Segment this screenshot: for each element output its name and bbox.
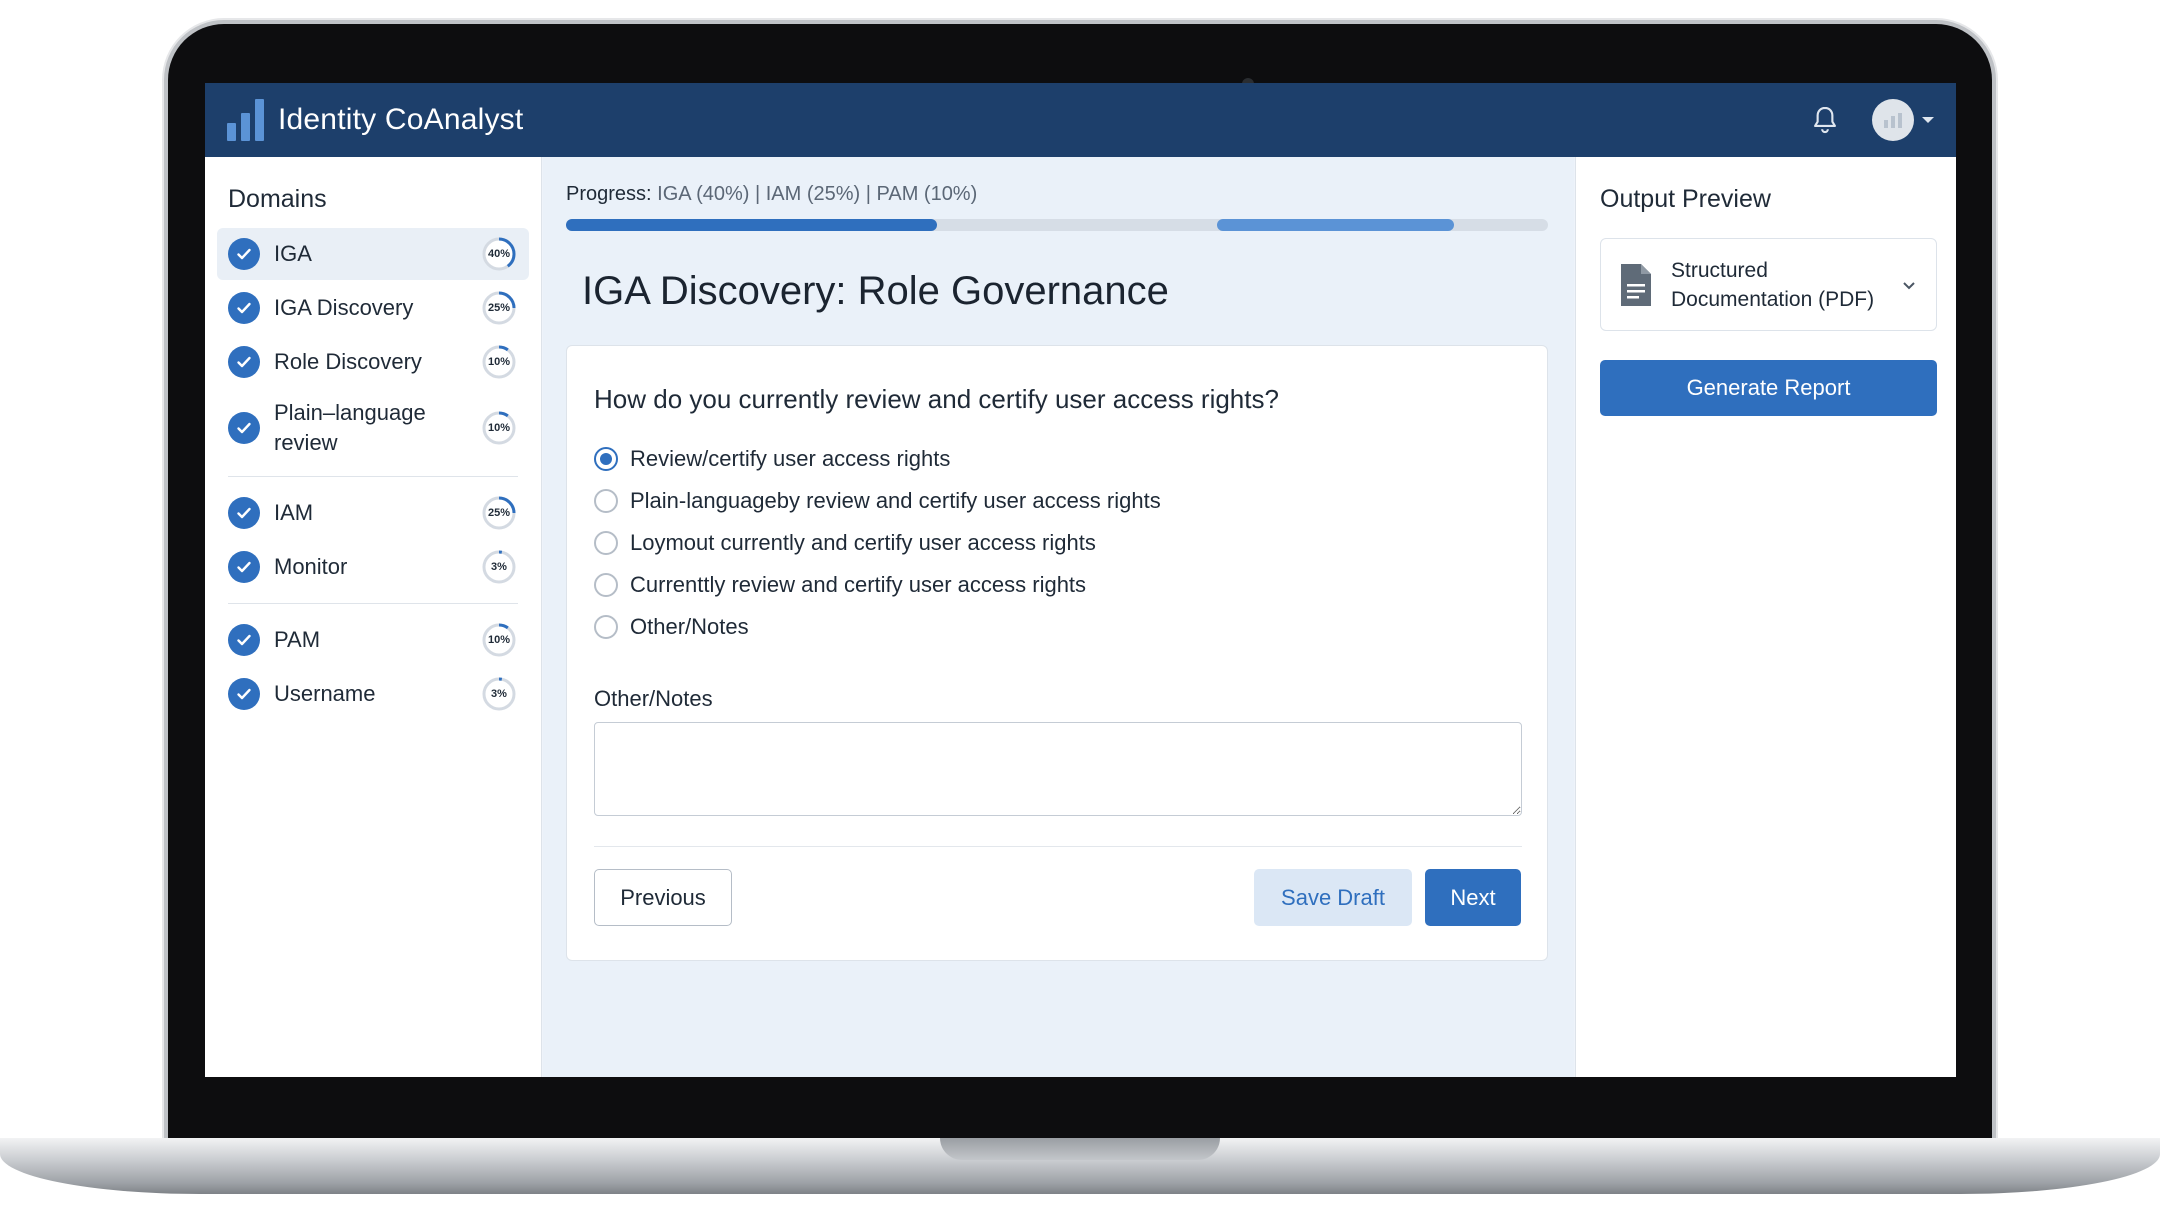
check-circle-icon [228,678,260,710]
progress-ring-label: 3% [491,688,507,700]
progress-ring: 10% [480,621,518,659]
question-text: How do you currently review and certify … [594,384,1279,414]
avatar-chart-icon [1884,113,1902,128]
next-button[interactable]: Next [1425,869,1521,926]
sidebar-divider [228,476,518,477]
answer-options: Review/certify user access rights Plain-l… [594,438,1161,648]
sidebar-item-label: IGA [274,241,312,266]
answer-option[interactable]: Review/certify user access rights [594,438,1161,480]
progress-summary: Progress: IGA (40%) | IAM (25%) | PAM (1… [566,183,977,206]
sidebar-item-label: Username [274,681,376,706]
sidebar-item[interactable]: Username 3% [217,668,529,720]
bell-icon[interactable] [1808,103,1842,137]
answer-option[interactable]: Plain-languageby review and certify user… [594,480,1161,522]
progress-ring: 3% [480,675,518,713]
answer-option[interactable]: Loymout currently and certify user acces… [594,522,1161,564]
sidebar-item-label: IAM [274,500,314,525]
output-format-select[interactable]: Structured Documentation (PDF) [1600,238,1937,331]
avatar [1872,99,1914,141]
sidebar-item-label: PAM [274,627,321,652]
output-format-line2: Documentation (PDF) [1671,287,1875,311]
sidebar-item[interactable]: Plain–language review 10% [217,390,529,466]
answer-option[interactable]: Currenttly review and certify user acces… [594,564,1161,606]
sidebar-divider [228,603,518,604]
progress-ring: 25% [480,289,518,327]
check-circle-icon [228,412,260,444]
sidebar-item-label: Role Discovery [274,349,422,374]
generate-report-button[interactable]: Generate Report [1600,360,1937,416]
progress-ring-label: 25% [487,302,511,314]
sidebar-item-label: Plain–language review [274,400,426,455]
sidebar-item[interactable]: IGA Discovery 25% [217,282,529,334]
check-circle-icon [228,238,260,270]
progress-ring: 10% [480,409,518,447]
save-draft-button[interactable]: Save Draft [1254,869,1412,926]
output-format-value: Structured Documentation (PDF) [1671,256,1900,314]
chevron-down-icon [1903,281,1915,289]
user-menu[interactable] [1872,99,1934,141]
chevron-down-icon [1922,117,1934,123]
progress-ring-label: 10% [487,634,511,646]
sidebar-item[interactable]: IGA 40% [217,228,529,280]
check-circle-icon [228,624,260,656]
app-screen: Identity CoAnalyst Domains IGA 40% IGA Dis… [205,83,1956,1077]
output-panel: Output Preview Structured Documentation … [1575,157,1956,1077]
output-heading: Output Preview [1600,185,1771,213]
answer-option-label: Plain-languageby review and certify user… [630,488,1161,513]
sidebar-item[interactable]: PAM 10% [217,614,529,666]
progress-ring-label: 25% [487,507,511,519]
progress-ring-label: 10% [487,356,511,368]
radio-button[interactable] [594,615,618,639]
answer-option[interactable]: Other/Notes [594,606,1161,648]
notes-label: Other/Notes [594,686,713,711]
main-content: Progress: IGA (40%) | IAM (25%) | PAM (1… [543,157,1574,1077]
top-bar: Identity CoAnalyst [205,83,1956,157]
progress-ring: 40% [480,235,518,273]
sidebar-heading: Domains [228,185,327,213]
laptop-notch [940,1138,1220,1160]
sidebar-item[interactable]: Monitor 3% [217,541,529,593]
progress-ring: 10% [480,343,518,381]
answer-option-label: Loymout currently and certify user acces… [630,530,1096,555]
progress-fill-secondary [1217,219,1454,231]
notes-textarea[interactable] [594,722,1522,816]
sidebar-item[interactable]: IAM 25% [217,487,529,539]
progress-ring: 3% [480,548,518,586]
page-title: IGA Discovery: Role Governance [582,269,1169,313]
progress-fill-primary [566,219,937,231]
check-circle-icon [228,346,260,378]
progress-ring-label: 3% [491,561,507,573]
domain-list: IGA 40% IGA Discovery 25% Role Discovery 10% P… [217,228,529,720]
output-format-line1: Structured [1671,258,1768,282]
check-circle-icon [228,551,260,583]
previous-button[interactable]: Previous [594,869,732,926]
radio-button[interactable] [594,447,618,471]
progress-bar [566,219,1548,231]
document-icon [1621,263,1651,306]
question-card: How do you currently review and certify … [566,345,1548,961]
radio-button[interactable] [594,573,618,597]
answer-option-label: Other/Notes [630,614,749,639]
progress-ring-label: 10% [487,422,511,434]
sidebar-item-label: IGA Discovery [274,295,414,320]
progress-ring: 25% [480,494,518,532]
check-circle-icon [228,292,260,324]
domains-sidebar: Domains IGA 40% IGA Discovery 25% Role Disco… [205,157,542,1077]
radio-button[interactable] [594,489,618,513]
sidebar-item-label: Monitor [274,554,348,579]
answer-option-label: Currenttly review and certify user acces… [630,572,1087,597]
progress-ring-label: 40% [487,248,511,260]
check-circle-icon [228,497,260,529]
progress-label: Progress: [566,183,652,205]
sidebar-item[interactable]: Role Discovery 10% [217,336,529,388]
radio-button[interactable] [594,531,618,555]
app-title: Identity CoAnalyst [278,103,524,136]
bar-chart-logo-icon [227,99,264,141]
progress-values: IGA (40%) | IAM (25%) | PAM (10%) [657,183,978,205]
answer-option-label: Review/certify user access rights [630,446,951,471]
card-divider [594,846,1522,847]
